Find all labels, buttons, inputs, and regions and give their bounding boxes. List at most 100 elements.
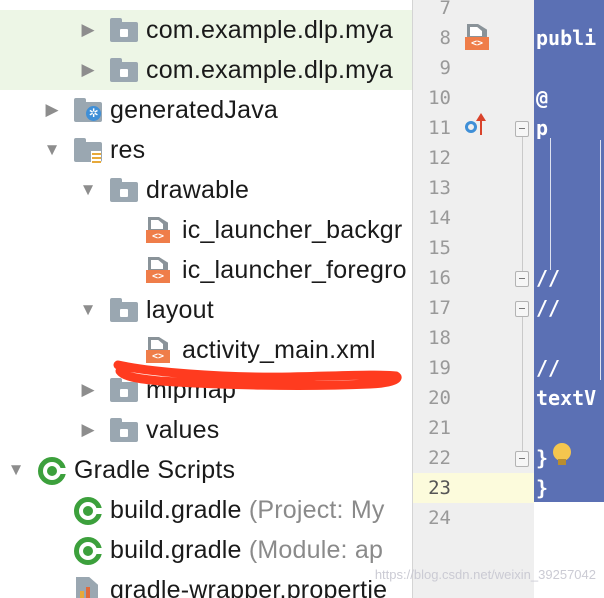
code-line: // <box>536 296 561 320</box>
generated-folder-icon: ✲ <box>74 97 102 123</box>
tree-item-label: com.example.dlp.mya <box>146 56 393 84</box>
line-number: 22 <box>428 447 451 469</box>
tree-item-label: mipmap <box>146 376 237 404</box>
tree-item-text: res <box>110 135 145 165</box>
fold-toggle-icon[interactable] <box>515 301 529 317</box>
tree-item-text: activity_main.xml <box>182 335 376 365</box>
project-tree: ▶ com.example.dlp.mya ▶ com.example.dlp.mya… <box>0 0 412 598</box>
chevron-down-icon[interactable]: ▼ <box>76 290 100 330</box>
tree-item-text: generatedJava <box>110 95 278 125</box>
line-number: 9 <box>439 57 451 79</box>
tree-item[interactable]: ▼ Gradle Scripts <box>0 450 412 490</box>
tree-item[interactable]: <> ic_launcher_foregro <box>0 250 412 290</box>
line-number: 12 <box>428 147 451 169</box>
tree-item-text: layout <box>146 295 214 325</box>
tree-item-label: res <box>110 136 146 164</box>
tree-item-text: ic_launcher_backgr <box>182 215 402 245</box>
xml-file-icon: <> <box>146 217 174 243</box>
layout-xml-marker-icon[interactable]: <> <box>465 24 493 50</box>
tree-item[interactable]: ▶ values <box>0 410 412 450</box>
tree-item-label: ic_launcher_backgr <box>182 216 403 244</box>
line-number: 14 <box>428 207 451 229</box>
editor-gutter: 7 8 9 10 11 12 13 14 15 16 17 18 19 20 21 22 23 24 <> <box>412 0 535 598</box>
chevron-right-icon[interactable]: ▶ <box>76 50 100 90</box>
tree-item-text: build.gradle (Module: ap <box>110 535 383 565</box>
tree-item[interactable]: ▼ res <box>0 130 412 170</box>
tree-item-text: com.example.dlp.mya <box>146 55 393 85</box>
tree-item[interactable]: <> ic_launcher_backgr <box>0 210 412 250</box>
line-number: 8 <box>439 27 451 49</box>
line-number: 15 <box>428 237 451 259</box>
tree-item-label: values <box>146 416 220 444</box>
gradle-icon <box>74 497 103 525</box>
override-method-icon[interactable] <box>465 113 491 139</box>
tree-item-text: values <box>146 415 219 445</box>
folder-icon <box>110 17 138 43</box>
chevron-right-icon[interactable]: ▶ <box>76 370 100 410</box>
line-number: 7 <box>439 0 451 19</box>
tree-item[interactable]: ▶ com.example.dlp.mya <box>0 10 412 50</box>
tree-item-text: drawable <box>146 175 249 205</box>
folder-icon <box>110 417 138 443</box>
code-line: @ <box>536 86 549 110</box>
folder-icon <box>110 377 138 403</box>
chevron-down-icon[interactable]: ▼ <box>4 450 28 490</box>
tree-item-sublabel: (Module: ap <box>248 536 384 564</box>
tree-item[interactable]: ▶ com.example.dlp.mya <box>0 50 412 90</box>
line-number: 18 <box>428 327 451 349</box>
tree-item-label: gradle-wrapper.propertie <box>110 576 388 598</box>
line-number: 19 <box>428 357 451 379</box>
chevron-right-icon[interactable]: ▶ <box>76 10 100 50</box>
tree-item-label: build.gradle <box>110 496 242 524</box>
tree-item-label: com.example.dlp.mya <box>146 16 393 44</box>
lightbulb-icon[interactable] <box>553 443 571 465</box>
folder-icon <box>110 297 138 323</box>
code-line: } <box>536 446 549 470</box>
tree-item-text: com.example.dlp.mya <box>146 15 393 45</box>
tree-item-label: build.gradle <box>110 536 242 564</box>
folder-icon <box>110 177 138 203</box>
code-line: // <box>536 266 561 290</box>
line-number: 24 <box>428 507 451 529</box>
fold-guide <box>522 317 523 451</box>
fold-toggle-icon[interactable] <box>515 451 529 467</box>
tree-item-label: generatedJava <box>110 96 279 124</box>
chevron-down-icon[interactable]: ▼ <box>76 170 100 210</box>
line-number: 20 <box>428 387 451 409</box>
gradle-icon <box>74 537 103 565</box>
chevron-down-icon[interactable]: ▼ <box>40 130 64 170</box>
line-number: 16 <box>428 267 451 289</box>
tree-item[interactable]: ▶ ✲ generatedJava <box>0 90 412 130</box>
tree-item[interactable]: build.gradle (Project: My <box>0 490 412 530</box>
watermark: https://blog.csdn.net/weixin_39257042 <box>374 567 596 582</box>
line-number: 10 <box>428 87 451 109</box>
tree-item[interactable]: ▼ layout <box>0 290 412 330</box>
tree-item[interactable]: gradle-wrapper.propertie <box>0 570 412 598</box>
tree-item-text: Gradle Scripts <box>74 455 235 485</box>
indent-guide <box>600 140 601 380</box>
code-line: // <box>536 356 561 380</box>
tree-item-label: drawable <box>146 176 250 204</box>
tree-item-label: activity_main.xml <box>182 336 376 364</box>
tree-item[interactable]: ▼ drawable <box>0 170 412 210</box>
tree-item[interactable]: ▶ mipmap <box>0 370 412 410</box>
tree-item-text: build.gradle (Project: My <box>110 495 385 525</box>
line-number: 11 <box>428 117 451 139</box>
code-line: textV <box>536 386 597 410</box>
tree-item[interactable]: <> activity_main.xml <box>0 330 412 370</box>
xml-file-icon: <> <box>146 257 174 283</box>
line-number: 21 <box>428 417 451 439</box>
fold-toggle-icon[interactable] <box>515 271 529 287</box>
tree-item[interactable]: build.gradle (Module: ap <box>0 530 412 570</box>
line-number: 23 <box>428 477 451 499</box>
code-line: p <box>536 116 549 140</box>
chevron-right-icon[interactable]: ▶ <box>76 410 100 450</box>
tree-item-label: ic_launcher_foregro <box>182 256 407 284</box>
tree-item-sublabel: (Project: My <box>248 496 385 524</box>
fold-toggle-icon[interactable] <box>515 121 529 137</box>
resource-folder-icon <box>74 137 102 163</box>
line-number: 17 <box>428 297 451 319</box>
chevron-right-icon[interactable]: ▶ <box>40 90 64 130</box>
code-editor[interactable]: publi @ p // // // textV }} <box>534 0 604 598</box>
tree-item-text: mipmap <box>146 375 236 405</box>
